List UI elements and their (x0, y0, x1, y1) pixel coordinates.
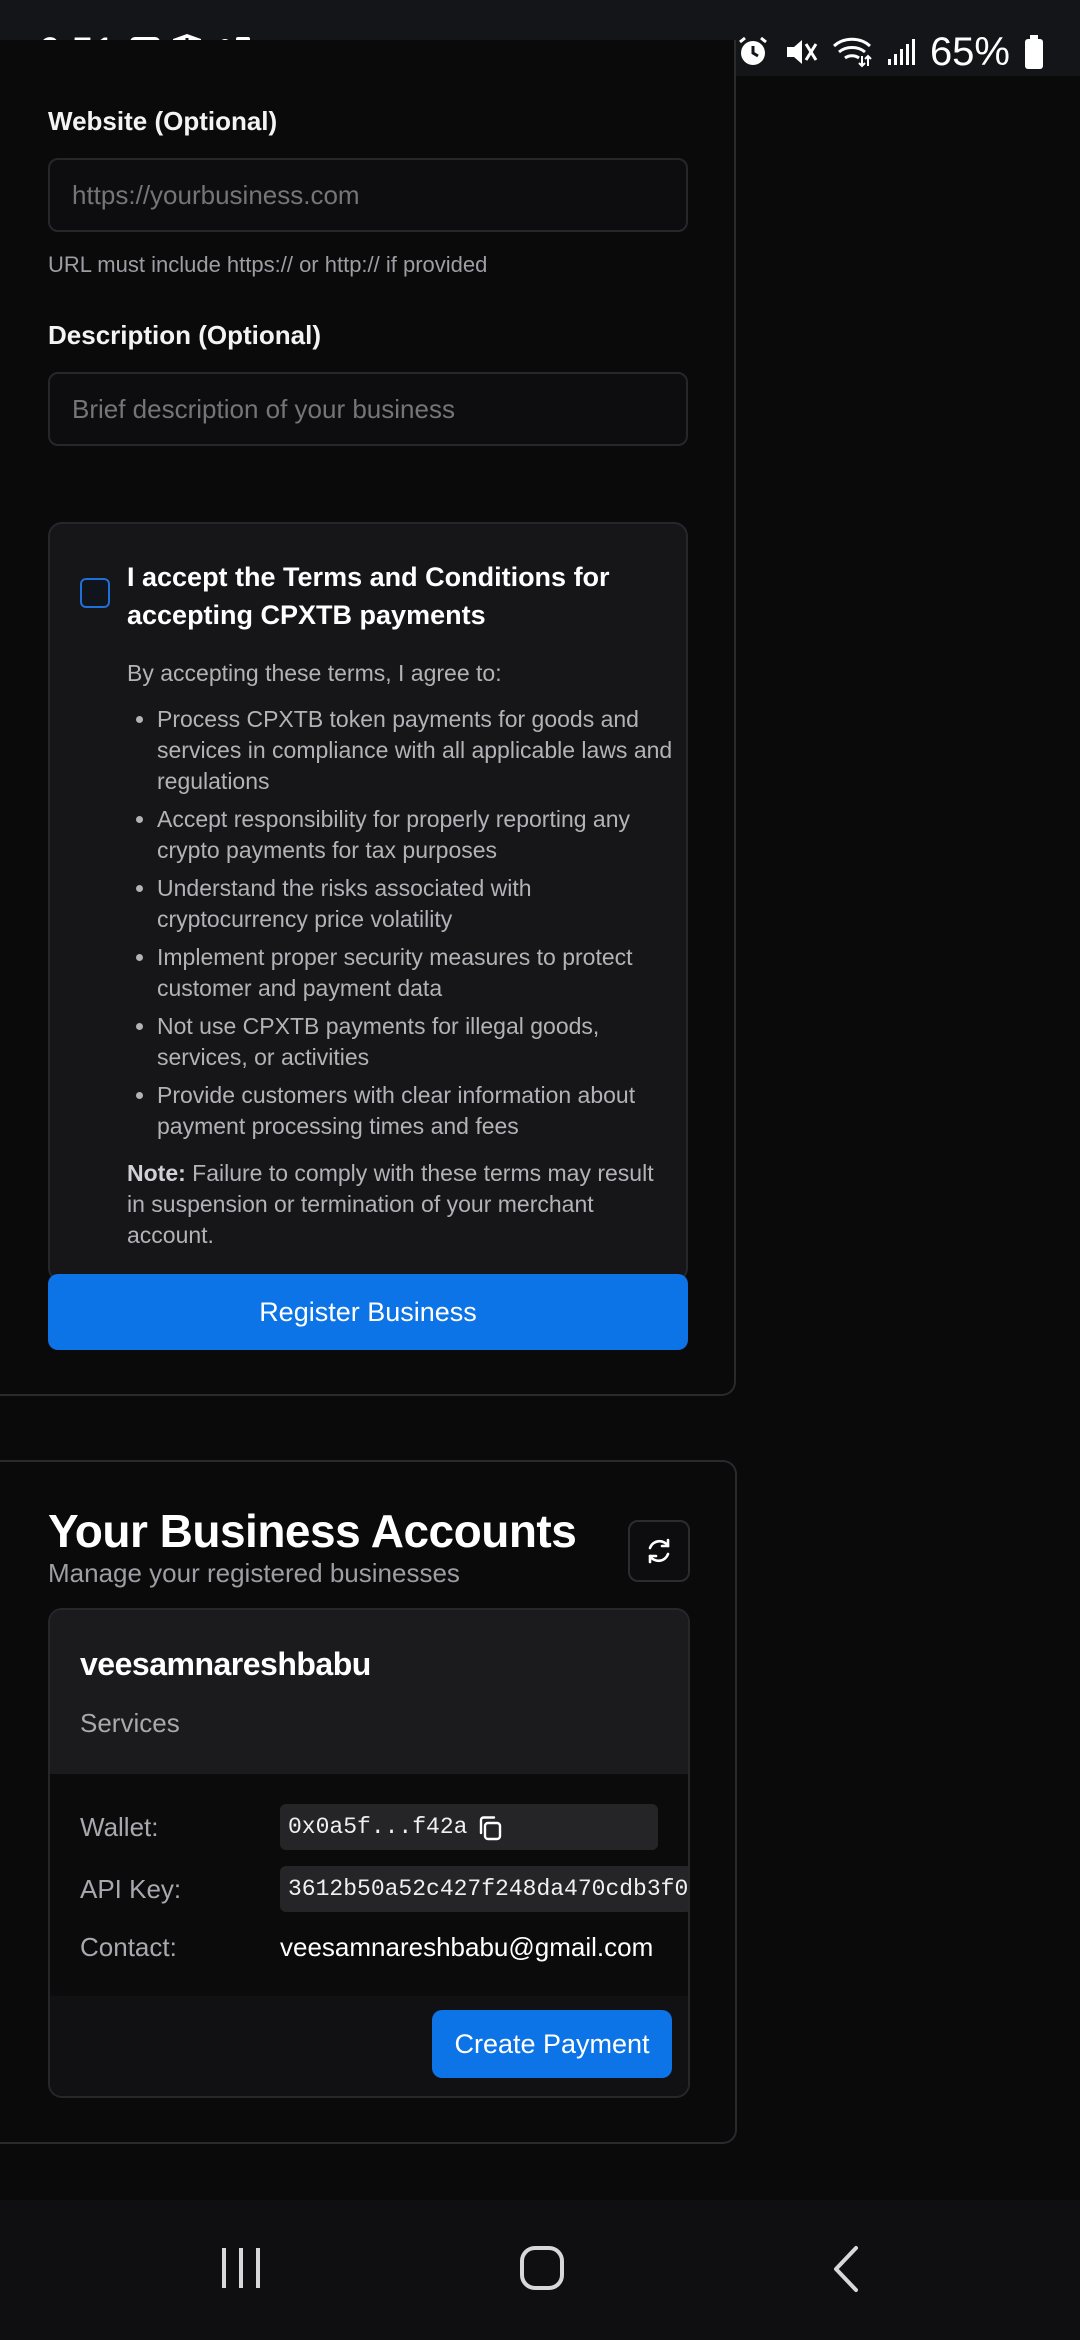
contact-value: veesamnareshbabu@gmail.com (280, 1932, 654, 1962)
wallet-value: 0x0a5f...f42a (280, 1804, 658, 1850)
copy-icon[interactable] (476, 1814, 504, 1842)
refresh-button[interactable] (628, 1520, 690, 1582)
terms-item: Implement proper security measures to pr… (157, 942, 677, 1004)
terms-checkbox[interactable] (80, 578, 110, 608)
terms-item: Process CPXTB token payments for goods a… (157, 704, 677, 797)
battery-icon (1024, 34, 1044, 70)
register-business-card: Website (Optional) URL must include http… (0, 40, 736, 1396)
terms-note-label: Note: (127, 1160, 186, 1186)
system-nav-bar (0, 2200, 1080, 2340)
business-account-item: veesamnareshbabu Services Wallet: 0x0a5f… (48, 1608, 690, 2098)
contact-label: Contact: (80, 1932, 177, 1962)
terms-list: Process CPXTB token payments for goods a… (127, 704, 677, 1149)
description-input[interactable] (48, 372, 688, 446)
website-input[interactable] (48, 158, 688, 232)
wallet-address: 0x0a5f...f42a (288, 1814, 468, 1840)
terms-title[interactable]: I accept the Terms and Conditions for ac… (127, 558, 647, 634)
battery-percent: 65% (929, 30, 1010, 74)
back-icon[interactable] (828, 2244, 864, 2294)
terms-item: Accept responsibility for properly repor… (157, 804, 677, 866)
alarm-icon (736, 35, 770, 69)
terms-item: Not use CPXTB payments for illegal goods… (157, 1011, 677, 1073)
business-accounts-card: Your Business Accounts Manage your regis… (0, 1460, 737, 2144)
terms-intro: By accepting these terms, I agree to: (127, 660, 502, 686)
terms-box: I accept the Terms and Conditions for ac… (48, 522, 688, 1282)
website-label: Website (Optional) (48, 106, 278, 136)
business-category: Services (80, 1708, 180, 1738)
terms-note-text: Failure to comply with these terms may r… (127, 1160, 654, 1248)
website-hint: URL must include https:// or http:// if … (48, 252, 488, 277)
create-payment-button[interactable]: Create Payment (432, 2010, 672, 2078)
api-key-value: 3612b50a52c427f248da470cdb3f0 (280, 1866, 688, 1912)
api-key-label: API Key: (80, 1874, 182, 1904)
terms-note: Note: Failure to comply with these terms… (127, 1158, 667, 1251)
business-name: veesamnareshbabu (80, 1646, 371, 1682)
terms-item: Provide customers with clear information… (157, 1080, 677, 1142)
description-label: Description (Optional) (48, 320, 321, 350)
wallet-label: Wallet: (80, 1812, 159, 1842)
terms-item: Understand the risks associated with cry… (157, 873, 677, 935)
recents-icon[interactable] (218, 2246, 264, 2290)
refresh-icon (648, 1538, 670, 1564)
section-subtitle: Manage your registered businesses (48, 1558, 460, 1588)
signal-icon (886, 37, 916, 67)
section-title: Your Business Accounts (48, 1505, 577, 1557)
mute-icon (784, 36, 818, 68)
register-business-button[interactable]: Register Business (48, 1274, 688, 1350)
home-icon[interactable] (518, 2244, 566, 2292)
wifi-icon (832, 36, 872, 68)
